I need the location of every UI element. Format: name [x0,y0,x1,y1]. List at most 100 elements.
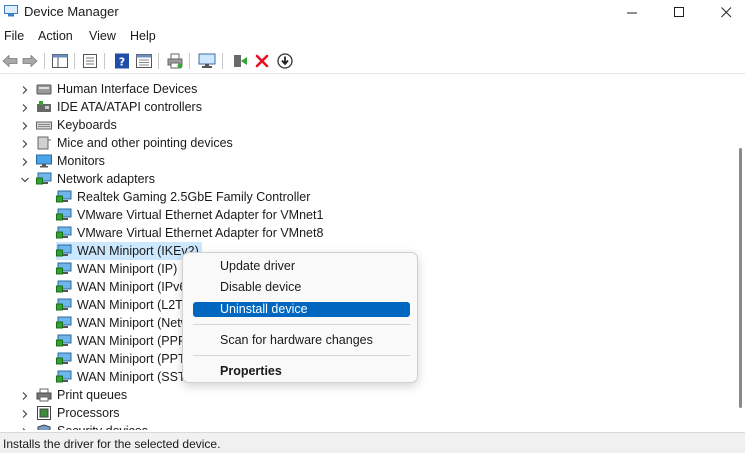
tree-category[interactable]: Keyboards [22,116,117,134]
tree-item-label: WAN Miniport (IP) [77,262,178,276]
svg-text:?: ? [119,56,125,69]
ctx-scan-hardware[interactable]: Scan for hardware changes [193,333,410,348]
tree-item-label: VMware Virtual Ethernet Adapter for VMne… [77,226,324,240]
tree-device[interactable]: WAN Miniport (IP) [56,260,177,278]
uninstall-button[interactable] [252,51,272,71]
tree-device[interactable]: WAN Miniport (SSTP [56,368,194,386]
toolbar: ? [0,48,745,74]
enable-device-button[interactable] [230,51,250,71]
ctx-disable-device[interactable]: Disable device [193,280,410,295]
tree-item-label: Security devices [57,424,148,430]
chevron-right-icon[interactable] [20,84,30,94]
tree-device[interactable]: WAN Miniport (L2TP [56,296,191,314]
tree-device[interactable]: WAN Miniport (PPTP [56,350,194,368]
update-driver-icon [277,53,293,69]
tree-category[interactable]: Human Interface Devices [22,80,198,98]
network-adapter-icon [56,280,72,294]
tree-device[interactable]: WAN Miniport (PPPO [56,332,196,350]
tree-item-label: WAN Miniport (PPTP [77,352,194,366]
print-icon [167,53,183,69]
printer-icon [36,388,52,402]
menu-action[interactable]: Action [38,29,73,43]
chevron-right-icon[interactable] [20,102,30,112]
network-adapter-icon [56,208,72,222]
network-adapter-icon [56,298,72,312]
network-adapter-icon [56,244,72,258]
tree-category[interactable]: IDE ATA/ATAPI controllers [22,98,202,116]
tree-device[interactable]: WAN Miniport (IKEv2) [56,242,202,260]
network-adapter-icon [56,190,72,204]
back-button[interactable] [0,51,20,71]
properties-pane-icon [52,54,68,68]
chevron-right-icon[interactable] [20,156,30,166]
properties-pane-button[interactable] [50,51,70,71]
context-menu: Update driver Disable device Uninstall d… [182,252,418,383]
chevron-right-icon[interactable] [20,408,30,418]
uninstall-icon [255,54,269,68]
vertical-scrollbar[interactable] [737,78,745,430]
menu-view[interactable]: View [89,29,116,43]
list-view-icon [83,54,97,68]
network-adapter-icon [56,226,72,240]
tree-item-label: Mice and other pointing devices [57,136,233,150]
tree-item-label: Processors [57,406,120,420]
menu-help[interactable]: Help [130,29,156,43]
forward-icon [22,54,38,68]
tree-item-label: WAN Miniport (IPv6 [77,280,187,294]
tree-device[interactable]: WAN Miniport (IPv6 [56,278,186,296]
monitor-icon [36,154,52,168]
hid-icon [36,82,52,96]
chevron-right-icon[interactable] [20,138,30,148]
network-adapter-icon [56,370,72,384]
tree-device[interactable]: Realtek Gaming 2.5GbE Family Controller [56,188,310,206]
tree-device[interactable]: WAN Miniport (Netw [56,314,190,332]
tree-device[interactable]: VMware Virtual Ethernet Adapter for VMne… [56,206,323,224]
tree-item-label: Keyboards [57,118,117,132]
keyboard-icon [36,118,52,132]
chevron-right-icon[interactable] [20,390,30,400]
close-icon [720,6,731,17]
tree-item-label: Print queues [57,388,128,402]
tree-category[interactable]: Security devices [22,422,148,430]
mouse-icon [36,136,52,150]
ctx-uninstall-device[interactable]: Uninstall device [193,302,410,317]
tree-item-label: IDE ATA/ATAPI controllers [57,100,202,114]
menu-file[interactable]: File [4,29,24,43]
tree-item-label: WAN Miniport (Netw [77,316,190,330]
details-button[interactable] [134,51,154,71]
update-driver-button[interactable] [275,51,295,71]
chevron-right-icon[interactable] [20,426,30,430]
tree-category[interactable]: Processors [22,404,120,422]
forward-button[interactable] [20,51,40,71]
monitor-icon [198,53,216,68]
maximize-button[interactable] [656,0,702,24]
minimize-button[interactable] [609,0,655,24]
tree-category[interactable]: Network adapters [21,170,155,188]
maximize-icon [673,6,684,17]
tree-category[interactable]: Monitors [22,152,105,170]
tree-item-label: Human Interface Devices [57,82,198,96]
ctx-properties[interactable]: Properties [193,364,410,379]
tree-category[interactable]: Print queues [22,386,128,404]
back-icon [2,54,18,68]
minimize-icon [626,12,637,13]
tree-device[interactable]: VMware Virtual Ethernet Adapter for VMne… [56,224,323,242]
device-manager-icon [4,5,18,17]
tree-category[interactable]: Mice and other pointing devices [22,134,233,152]
tree-item-label: VMware Virtual Ethernet Adapter for VMne… [77,208,324,222]
print-button[interactable] [165,51,185,71]
chevron-down-icon[interactable] [20,174,30,184]
tree-item-label: WAN Miniport (SSTP [77,370,194,384]
network-adapter-icon [36,172,52,186]
processor-icon [36,406,52,420]
tree-item-label: WAN Miniport (L2TP [77,298,192,312]
tree-item-label: Network adapters [57,172,155,186]
help-button[interactable]: ? [112,51,132,71]
details-icon [136,54,152,68]
scrollbar-thumb[interactable] [739,148,742,408]
list-view-button[interactable] [80,51,100,71]
close-button[interactable] [703,0,745,24]
ctx-update-driver[interactable]: Update driver [193,259,410,274]
scan-hardware-button[interactable] [197,51,217,71]
chevron-right-icon[interactable] [20,120,30,130]
